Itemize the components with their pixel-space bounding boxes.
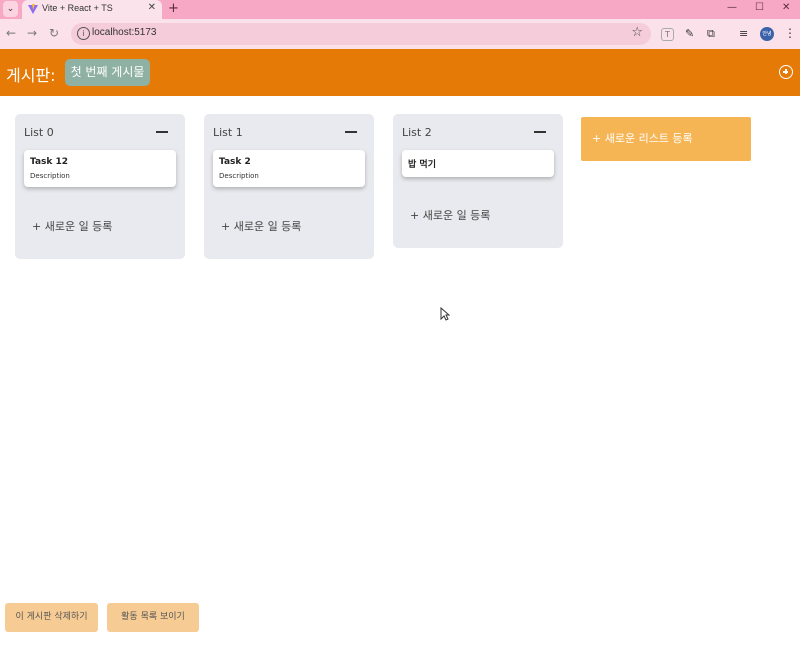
- close-icon[interactable]: ✕: [148, 2, 156, 13]
- task-title: 밥 먹기: [408, 160, 436, 170]
- board-label: 게시판:: [6, 66, 56, 85]
- task-description: Description: [30, 172, 70, 180]
- list-column: List 2 밥 먹기 + 새로운 일 등록: [393, 114, 563, 248]
- window-close-icon[interactable]: ✕: [782, 2, 790, 13]
- media-icon[interactable]: ≡: [739, 27, 748, 40]
- list-column: List 1 Task 2 Description + 새로운 일 등록: [204, 114, 374, 259]
- extension-t-icon[interactable]: T: [661, 28, 674, 41]
- add-task-button[interactable]: + 새로운 일 등록: [410, 207, 490, 223]
- task-title: Task 2: [219, 157, 251, 167]
- browser-toolbar: ← → ↻ i localhost:5173 ☆ T ✎ ⧉ ≡ 안녕 ⋮: [0, 19, 800, 49]
- add-list-button[interactable]: + 새로운 리스트 등록: [581, 117, 751, 161]
- address-url[interactable]: localhost:5173: [92, 27, 157, 38]
- minimize-icon[interactable]: —: [727, 2, 737, 13]
- address-bar[interactable]: i localhost:5173 ☆: [71, 23, 651, 45]
- maximize-icon[interactable]: ☐: [755, 2, 764, 13]
- list-title: List 2: [402, 126, 432, 139]
- add-task-button[interactable]: + 새로운 일 등록: [32, 218, 112, 234]
- star-icon[interactable]: ☆: [631, 25, 643, 40]
- collapse-icon[interactable]: [156, 131, 168, 133]
- tab-menu-icon[interactable]: ⌄: [3, 1, 18, 17]
- list-title: List 0: [24, 126, 54, 139]
- delete-board-button[interactable]: 이 게시판 삭제하기: [5, 603, 98, 632]
- back-icon[interactable]: ←: [6, 26, 16, 40]
- task-description: Description: [219, 172, 259, 180]
- show-activity-button[interactable]: 활동 목록 보이기: [107, 603, 199, 632]
- app-header: 게시판: 첫 번째 게시물: [0, 49, 800, 96]
- collapse-icon[interactable]: [534, 131, 546, 133]
- kebab-icon[interactable]: ⋮: [784, 26, 796, 40]
- browser-tabstrip: ⌄ Vite + React + TS ✕ + — ☐ ✕: [0, 0, 800, 19]
- profile-avatar[interactable]: 안녕: [760, 27, 774, 41]
- plus-circle-icon[interactable]: [779, 65, 793, 79]
- new-tab-icon[interactable]: +: [168, 1, 179, 16]
- site-info-icon[interactable]: i: [77, 27, 90, 40]
- forward-icon[interactable]: →: [27, 26, 37, 40]
- puzzle-icon[interactable]: ⧉: [707, 27, 715, 41]
- task-card[interactable]: Task 12 Description: [24, 150, 176, 187]
- mouse-cursor-icon: [440, 307, 450, 321]
- collapse-icon[interactable]: [345, 131, 357, 133]
- add-task-button[interactable]: + 새로운 일 등록: [221, 218, 301, 234]
- vite-favicon-icon: [28, 4, 38, 14]
- reload-icon[interactable]: ↻: [49, 26, 59, 40]
- task-card[interactable]: 밥 먹기: [402, 150, 554, 177]
- board-chip[interactable]: 첫 번째 게시물: [65, 59, 150, 86]
- browser-tab[interactable]: Vite + React + TS ✕: [22, 0, 162, 19]
- task-card[interactable]: Task 2 Description: [213, 150, 365, 187]
- task-title: Task 12: [30, 157, 69, 167]
- list-title: List 1: [213, 126, 243, 139]
- pen-icon[interactable]: ✎: [685, 27, 694, 40]
- tab-title: Vite + React + TS: [42, 3, 113, 13]
- list-column: List 0 Task 12 Description + 새로운 일 등록: [15, 114, 185, 259]
